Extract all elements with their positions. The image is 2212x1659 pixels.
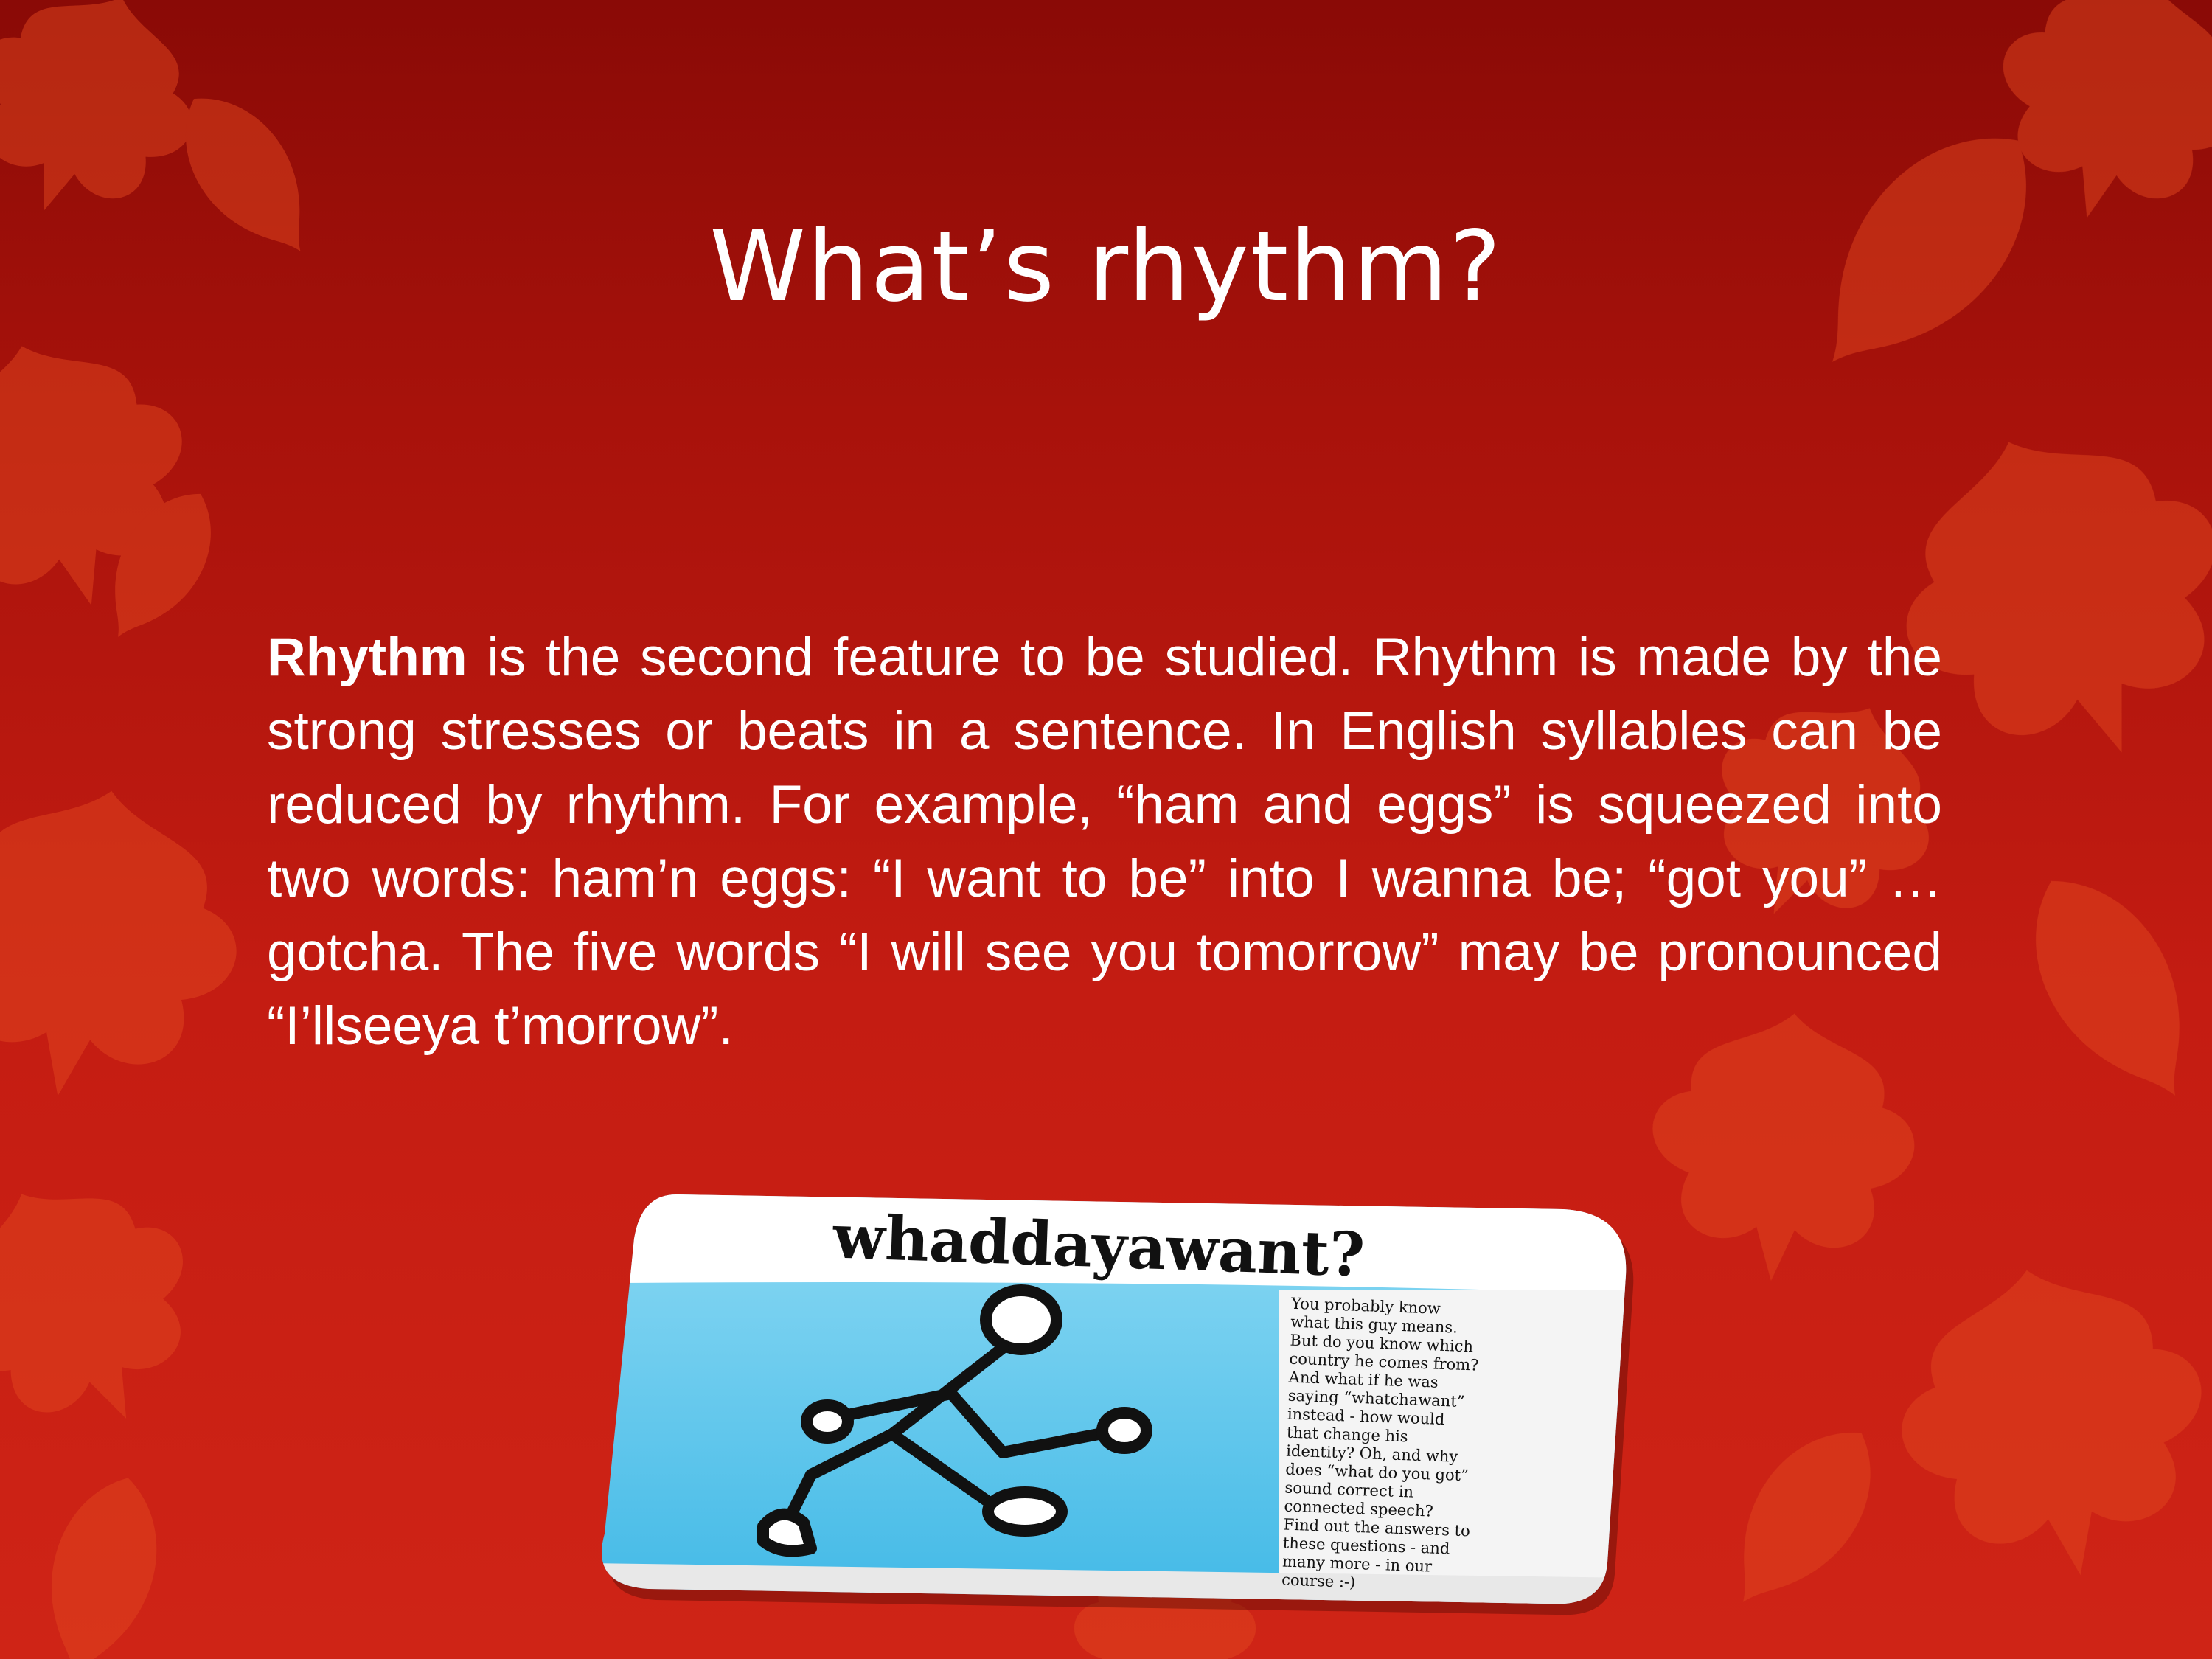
whaddayawant-card-image: whaddayawant? You probably know what thi… xyxy=(590,1180,1637,1622)
slide-title: What’s rhythm? xyxy=(709,210,1503,324)
slide: What’s rhythm? Rhythm is the second feat… xyxy=(0,0,2212,1659)
card-illustration: whaddayawant? You probably know what thi… xyxy=(602,1194,1634,1615)
slide-body-text: Rhythm is the second feature to be studi… xyxy=(267,621,1942,1063)
body-text-rest: is the second feature to be studied. Rhy… xyxy=(267,627,1942,1056)
card-side-line: course :-) xyxy=(1281,1571,1356,1590)
body-lead-term: Rhythm xyxy=(267,627,467,687)
